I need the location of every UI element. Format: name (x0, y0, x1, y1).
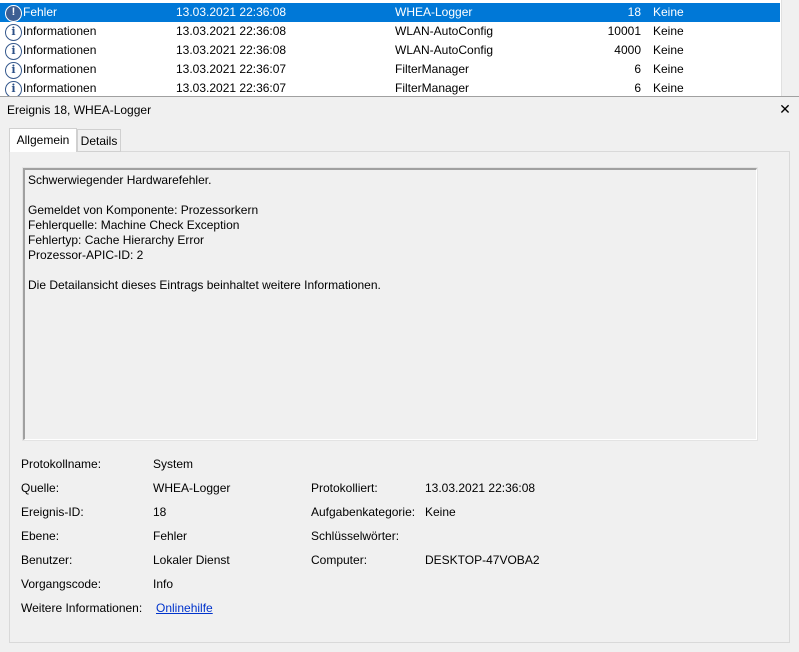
description-line: Die Detailansicht dieses Eintrags beinha… (28, 278, 381, 292)
event-level: Fehler (23, 5, 58, 19)
description-box[interactable]: Schwerwiegender Hardwarefehler. Gemeldet… (22, 167, 758, 441)
event-id: 6 (634, 81, 641, 95)
event-id: 6 (634, 62, 641, 76)
tab-general[interactable]: Allgemein (9, 128, 77, 152)
description-line: Gemeldet von Komponente: Prozessorkern (28, 203, 259, 217)
event-row[interactable]: i Informationen 13.03.2021 22:36:08 WLAN… (0, 41, 780, 60)
keywords-label: Schlüsselwörter: (311, 529, 400, 543)
event-category: Keine (653, 24, 684, 38)
close-button[interactable]: ✕ (778, 101, 792, 117)
event-row[interactable]: i Informationen 13.03.2021 22:36:07 Filt… (0, 60, 780, 79)
task-category-value: Keine (425, 505, 456, 519)
description-line (28, 263, 381, 278)
info-icon: i (5, 43, 22, 60)
event-date: 13.03.2021 22:36:08 (176, 24, 287, 38)
event-row[interactable]: i Informationen 13.03.2021 22:36:07 Filt… (0, 79, 780, 97)
description-line: Prozessor-APIC-ID: 2 (28, 248, 144, 262)
event-id-value: 18 (153, 505, 167, 519)
event-source: FilterManager (395, 62, 470, 76)
divider (0, 96, 799, 97)
source-value: WHEA-Logger (153, 481, 231, 495)
event-id: 10001 (607, 24, 641, 38)
tab-details[interactable]: Details (77, 129, 121, 152)
event-row[interactable]: i Informationen 13.03.2021 22:36:08 WLAN… (0, 22, 780, 41)
computer-value: DESKTOP-47VOBA2 (425, 553, 540, 567)
event-source: WLAN-AutoConfig (395, 43, 494, 57)
event-source: WHEA-Logger (395, 5, 473, 19)
opcode-label: Vorgangscode: (21, 577, 102, 591)
event-id-label: Ereignis-ID: (21, 505, 84, 519)
event-source: WLAN-AutoConfig (395, 24, 494, 38)
info-icon: i (5, 81, 22, 97)
description-line (28, 188, 381, 203)
detail-title: Ereignis 18, WHEA-Logger (7, 103, 152, 117)
vertical-scrollbar[interactable] (781, 0, 799, 97)
event-date: 13.03.2021 22:36:08 (176, 5, 287, 19)
logged-label: Protokolliert: (311, 481, 378, 495)
event-list[interactable]: ! Fehler 13.03.2021 22:36:08 WHEA-Logger… (0, 0, 799, 97)
more-info-label: Weitere Informationen: (21, 601, 143, 615)
source-label: Quelle: (21, 481, 60, 495)
event-id: 18 (627, 5, 641, 19)
info-icon: i (5, 62, 22, 79)
description-text: Schwerwiegender Hardwarefehler. Gemeldet… (28, 173, 381, 293)
computer-label: Computer: (311, 553, 368, 567)
event-category: Keine (653, 5, 684, 19)
event-category: Keine (653, 81, 684, 95)
event-date: 13.03.2021 22:36:07 (176, 62, 287, 76)
event-level: Informationen (23, 43, 97, 57)
event-source: FilterManager (395, 81, 470, 95)
event-level: Informationen (23, 62, 97, 76)
event-id: 4000 (614, 43, 641, 57)
event-date: 13.03.2021 22:36:08 (176, 43, 287, 57)
info-icon: i (5, 24, 22, 41)
online-help-link[interactable]: Onlinehilfe (156, 601, 213, 615)
event-level: Informationen (23, 24, 97, 38)
logged-value: 13.03.2021 22:36:08 (425, 481, 536, 495)
event-level: Informationen (23, 81, 97, 95)
description-line: Fehlerquelle: Machine Check Exception (28, 218, 240, 232)
level-value: Fehler (153, 529, 188, 543)
event-date: 13.03.2021 22:36:07 (176, 81, 287, 95)
user-value: Lokaler Dienst (153, 553, 230, 567)
opcode-value: Info (153, 577, 174, 591)
level-label: Ebene: (21, 529, 60, 543)
description-line: Schwerwiegender Hardwarefehler. (28, 173, 212, 187)
user-label: Benutzer: (21, 553, 73, 567)
event-category: Keine (653, 43, 684, 57)
log-name-label: Protokollname: (21, 457, 102, 471)
event-row-selected[interactable]: ! Fehler 13.03.2021 22:36:08 WHEA-Logger… (0, 3, 780, 22)
description-line: Fehlertyp: Cache Hierarchy Error (28, 233, 205, 247)
task-category-label: Aufgabenkategorie: (311, 505, 416, 519)
event-category: Keine (653, 62, 684, 76)
error-icon: ! (5, 5, 22, 22)
log-name-value: System (153, 457, 194, 471)
